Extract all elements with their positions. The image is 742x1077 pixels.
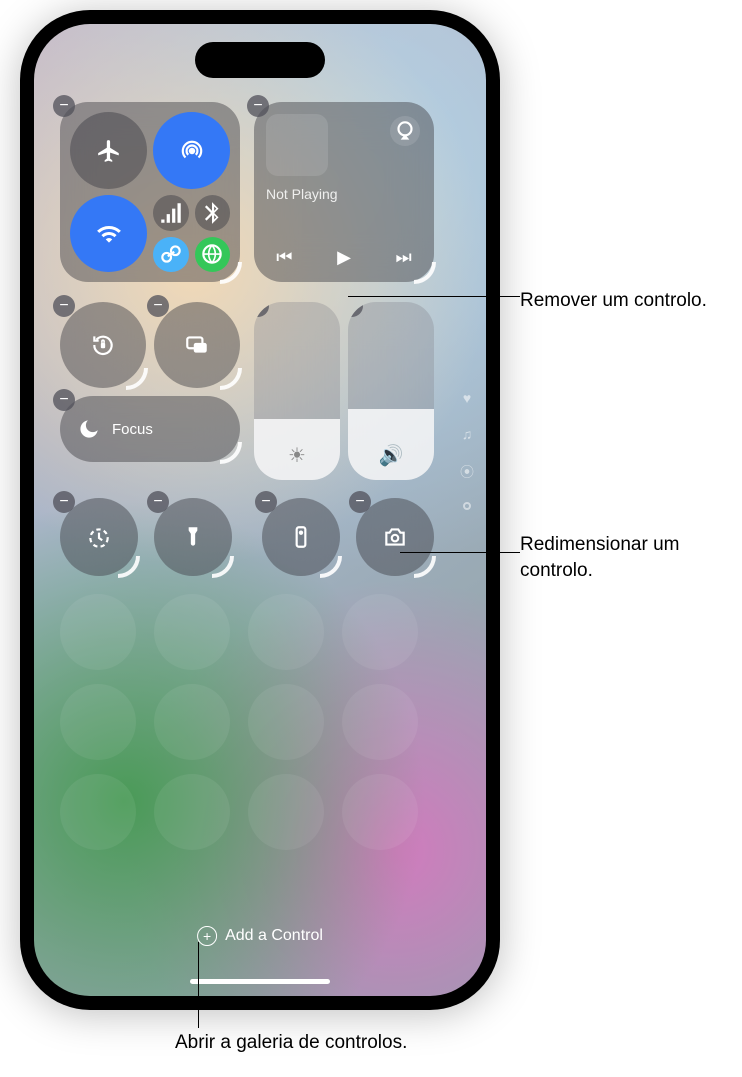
airplane-mode-toggle[interactable] — [70, 112, 147, 189]
callout-leader — [400, 552, 520, 553]
media-module[interactable]: Not Playing ⏮ ▶ ⏭ — [254, 102, 434, 282]
home-indicator[interactable] — [190, 979, 330, 984]
empty-slot[interactable] — [342, 774, 418, 850]
media-transport: ⏮ ▶ ⏭ — [254, 247, 434, 268]
empty-slot[interactable] — [248, 774, 324, 850]
camera-button[interactable] — [356, 498, 434, 576]
camera-icon — [382, 524, 408, 550]
flashlight-button[interactable] — [154, 498, 232, 576]
rewind-icon[interactable]: ⏮ — [276, 247, 292, 268]
resize-handle-icon[interactable] — [220, 368, 242, 390]
resize-handle-icon[interactable] — [220, 442, 242, 464]
airdrop-toggle[interactable] — [153, 112, 230, 189]
empty-slot[interactable] — [60, 684, 136, 760]
brightness-slider[interactable]: ☀ — [254, 302, 340, 480]
speaker-icon: 🔊 — [379, 443, 404, 468]
control-center-edit: Not Playing ⏮ ▶ ⏭ — [34, 24, 486, 996]
iphone-frame: Not Playing ⏮ ▶ ⏭ — [20, 10, 500, 1010]
orientation-lock-icon — [90, 332, 116, 358]
callout-leader — [348, 296, 520, 297]
plus-icon: + — [197, 926, 217, 946]
cellular-icon[interactable] — [153, 195, 189, 231]
dynamic-island — [195, 42, 325, 78]
play-icon[interactable]: ▶ — [337, 247, 351, 268]
orientation-lock-toggle[interactable] — [60, 302, 146, 388]
screen: Not Playing ⏮ ▶ ⏭ — [34, 24, 486, 996]
empty-slot[interactable] — [342, 684, 418, 760]
empty-slot[interactable] — [248, 594, 324, 670]
page-dot[interactable] — [463, 502, 471, 510]
timer-button[interactable] — [60, 498, 138, 576]
wifi-icon — [96, 221, 122, 247]
airdrop-icon — [179, 138, 205, 164]
page-indicators[interactable]: ♥ ♫ ⦿ — [460, 390, 474, 510]
album-art-placeholder — [266, 114, 328, 176]
sun-icon: ☀ — [288, 443, 306, 468]
remove-icon[interactable] — [147, 491, 169, 513]
remove-icon[interactable] — [254, 302, 269, 317]
empty-slot[interactable] — [154, 774, 230, 850]
remove-icon[interactable] — [348, 302, 363, 317]
flashlight-icon — [180, 524, 206, 550]
resize-handle-icon[interactable] — [414, 556, 436, 578]
empty-slot[interactable] — [60, 774, 136, 850]
broadcast-icon[interactable]: ⦿ — [460, 462, 474, 482]
empty-slot[interactable] — [154, 684, 230, 760]
remove-icon[interactable] — [53, 389, 75, 411]
resize-handle-icon[interactable] — [220, 262, 242, 284]
airplane-icon — [96, 138, 122, 164]
focus-label: Focus — [112, 421, 153, 438]
remove-icon[interactable] — [53, 95, 75, 117]
moon-icon — [76, 416, 102, 442]
remove-icon[interactable] — [147, 295, 169, 317]
heart-icon[interactable]: ♥ — [463, 390, 471, 406]
remove-icon[interactable] — [53, 491, 75, 513]
airplay-icon — [392, 118, 418, 144]
connectivity-extras — [153, 195, 230, 272]
empty-slot[interactable] — [154, 594, 230, 670]
remove-icon[interactable] — [349, 491, 371, 513]
personal-hotspot-icon[interactable] — [153, 237, 189, 273]
callout-resize: Redimensionar um controlo. — [520, 532, 742, 583]
apple-tv-remote-button[interactable] — [262, 498, 340, 576]
remove-icon[interactable] — [247, 95, 269, 117]
volume-slider[interactable]: 🔊 — [348, 302, 434, 480]
remove-icon[interactable] — [53, 295, 75, 317]
callout-open-gallery: Abrir a galeria de controlos. — [175, 1030, 407, 1056]
bluetooth-icon[interactable] — [195, 195, 231, 231]
callout-leader — [198, 942, 199, 1028]
empty-slot[interactable] — [248, 684, 324, 760]
screen-mirroring-icon — [184, 332, 210, 358]
fast-forward-icon[interactable]: ⏭ — [395, 247, 411, 268]
add-control-button[interactable]: + Add a Control — [197, 926, 323, 946]
resize-handle-icon[interactable] — [126, 368, 148, 390]
screen-mirroring-toggle[interactable] — [154, 302, 240, 388]
resize-handle-icon[interactable] — [118, 556, 140, 578]
callout-remove: Remover um controlo. — [520, 288, 707, 314]
resize-handle-icon[interactable] — [320, 556, 342, 578]
add-control-label: Add a Control — [225, 927, 323, 945]
remove-icon[interactable] — [255, 491, 277, 513]
connectivity-module[interactable] — [60, 102, 240, 282]
music-note-icon[interactable]: ♫ — [462, 426, 473, 442]
empty-slot[interactable] — [342, 594, 418, 670]
wifi-toggle[interactable] — [70, 195, 147, 272]
focus-toggle[interactable]: Focus — [60, 396, 240, 462]
media-status: Not Playing — [266, 186, 422, 202]
timer-icon — [86, 524, 112, 550]
resize-handle-icon[interactable] — [212, 556, 234, 578]
apple-tv-remote-icon — [288, 524, 314, 550]
empty-slot[interactable] — [60, 594, 136, 670]
airplay-button[interactable] — [390, 116, 420, 146]
